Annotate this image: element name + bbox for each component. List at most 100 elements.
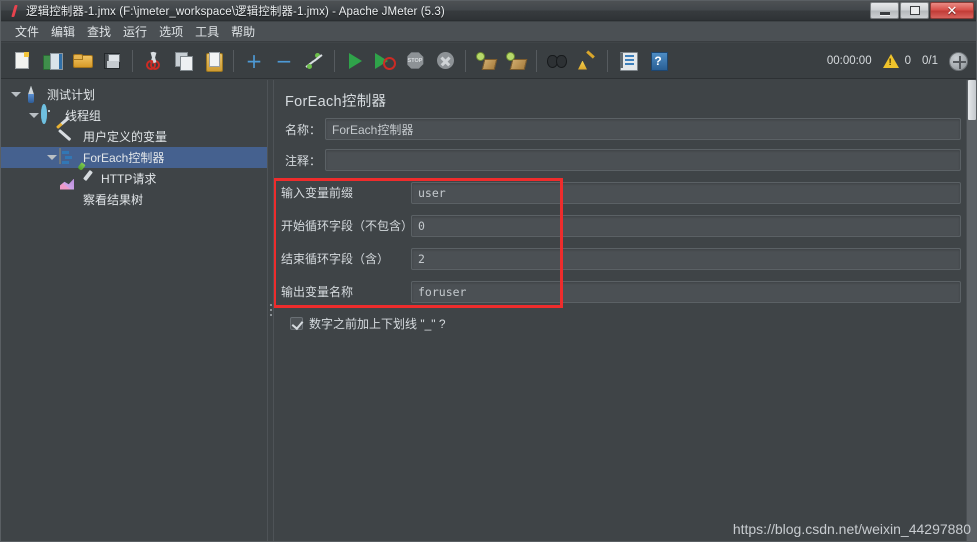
cut-button[interactable] xyxy=(139,47,167,75)
menu-tools[interactable]: 工具 xyxy=(189,21,225,42)
use-underscore-checkbox-row[interactable]: 数字之前加上下划线 "_" ? xyxy=(290,315,446,332)
menu-search[interactable]: 查找 xyxy=(81,21,117,42)
active-threads-count: 0/1 xyxy=(922,55,938,67)
tree-node-view-results-tree[interactable]: 察看结果树 xyxy=(1,189,267,210)
collapse-all-icon: − xyxy=(275,48,293,73)
start-button[interactable] xyxy=(341,47,369,75)
vertical-scrollbar-thumb[interactable] xyxy=(968,80,976,120)
input-variable-prefix-row: 输入变量前缀 user xyxy=(281,181,966,204)
output-variable-name-label: 输出变量名称 xyxy=(281,285,354,299)
expand-all-button[interactable]: + xyxy=(240,47,268,75)
output-variable-name-row: 输出变量名称 foruser xyxy=(281,280,966,303)
function-helper-button[interactable] xyxy=(614,47,642,75)
chevron-down-icon[interactable] xyxy=(27,105,41,126)
new-icon xyxy=(15,52,29,69)
toolbar-separator-3 xyxy=(334,49,335,72)
test-plan-tree-pane[interactable]: 测试计划 线程组 用户定义的变量 ForEach控制器 HTTP请求 察看结果树 xyxy=(1,80,267,541)
paste-button[interactable] xyxy=(199,47,227,75)
thread-activity-icon xyxy=(949,51,968,71)
name-row: 名称： ForEach控制器 xyxy=(285,118,965,140)
use-underscore-checkbox[interactable] xyxy=(290,317,303,330)
view-results-tree-icon xyxy=(59,191,79,209)
tree-node-http-request[interactable]: HTTP请求 xyxy=(1,168,267,189)
comment-input[interactable] xyxy=(325,149,961,171)
input-variable-prefix-field[interactable]: user xyxy=(411,181,961,204)
name-input[interactable]: ForEach控制器 xyxy=(325,118,961,140)
minimize-button[interactable] xyxy=(870,2,899,19)
foreach-controller-panel: ForEach控制器 名称： ForEach控制器 注释： 输入变量前缀 use… xyxy=(274,80,976,541)
clear-all-button[interactable] xyxy=(502,47,530,75)
window-controls: ✕ xyxy=(870,2,974,19)
expand-all-icon: + xyxy=(245,48,263,73)
tree-node-thread-group[interactable]: 线程组 xyxy=(1,103,267,126)
help-button[interactable] xyxy=(644,47,672,75)
toolbar-separator-6 xyxy=(607,49,608,72)
tree-node-label: 用户定义的变量 xyxy=(83,129,168,144)
page-title: ForEach控制器 xyxy=(285,94,387,110)
splitter-grip[interactable] xyxy=(270,304,273,319)
use-underscore-label: 数字之前加上下划线 "_" ? xyxy=(309,317,446,331)
templates-button[interactable] xyxy=(38,47,66,75)
input-variable-prefix-label: 输入变量前缀 xyxy=(281,186,354,200)
user-defined-variables-icon xyxy=(59,128,79,146)
maximize-button[interactable] xyxy=(900,2,929,19)
new-button[interactable] xyxy=(8,47,36,75)
tree-node-test-plan[interactable]: 测试计划 xyxy=(1,84,267,105)
tree-node-user-defined-variables[interactable]: 用户定义的变量 xyxy=(1,126,267,147)
jmeter-feather-icon xyxy=(6,3,24,19)
menu-edit[interactable]: 编辑 xyxy=(45,21,81,42)
start-no-timers-button[interactable] xyxy=(371,47,399,75)
save-button[interactable] xyxy=(98,47,126,75)
watermark-url: https://blog.csdn.net/weixin_44297880 xyxy=(732,521,971,537)
toolbar-separator-4 xyxy=(465,49,466,72)
toolbar-separator-5 xyxy=(536,49,537,72)
help-icon xyxy=(650,52,668,71)
tree-node-label: HTTP请求 xyxy=(101,171,157,186)
output-variable-name-field[interactable]: foruser xyxy=(411,280,961,303)
window-titlebar: 逻辑控制器-1.jmx (F:\jmeter_workspace\逻辑控制器-1… xyxy=(1,1,976,21)
clear-button[interactable] xyxy=(472,47,500,75)
foreach-controller-icon xyxy=(59,147,79,167)
shutdown-button[interactable] xyxy=(431,47,459,75)
stop-button[interactable]: STOP xyxy=(401,47,429,75)
search-button[interactable] xyxy=(543,47,571,75)
menu-help[interactable]: 帮助 xyxy=(225,21,261,42)
comment-label: 注释： xyxy=(285,153,322,168)
toggle-button[interactable] xyxy=(300,47,328,75)
search-icon xyxy=(547,54,567,68)
save-icon xyxy=(104,52,120,69)
chevron-down-icon[interactable] xyxy=(9,84,23,105)
tree-node-foreach-controller[interactable]: ForEach控制器 xyxy=(1,147,267,168)
thread-group-icon xyxy=(41,103,61,125)
main-split-pane: 测试计划 线程组 用户定义的变量 ForEach控制器 HTTP请求 察看结果树… xyxy=(1,80,976,541)
warning-triangle-icon xyxy=(882,54,899,68)
tree-node-label: ForEach控制器 xyxy=(83,150,165,165)
maximize-icon xyxy=(909,6,920,15)
elapsed-timer: 00:00:00 xyxy=(826,55,872,67)
vertical-scrollbar[interactable] xyxy=(966,80,976,541)
toolbar-separator-2 xyxy=(233,49,234,72)
start-index-field[interactable]: 0 xyxy=(411,214,961,237)
name-label: 名称： xyxy=(285,122,322,137)
tree-node-label: 线程组 xyxy=(65,108,102,123)
copy-button[interactable] xyxy=(169,47,197,75)
test-plan-icon xyxy=(23,86,43,104)
test-plan-tree: 测试计划 线程组 用户定义的变量 ForEach控制器 HTTP请求 察看结果树 xyxy=(1,80,267,210)
reset-search-button[interactable] xyxy=(573,47,601,75)
close-button[interactable]: ✕ xyxy=(930,2,974,19)
paste-icon xyxy=(205,51,223,72)
menu-run[interactable]: 运行 xyxy=(117,21,153,42)
minimize-icon xyxy=(879,11,890,15)
clear-all-icon xyxy=(506,51,528,70)
templates-icon xyxy=(43,52,63,70)
end-index-field[interactable]: 2 xyxy=(411,247,961,270)
menu-options[interactable]: 选项 xyxy=(153,21,189,42)
collapse-all-button[interactable]: − xyxy=(270,47,298,75)
toolbar-separator-1 xyxy=(132,49,133,72)
menu-file[interactable]: 文件 xyxy=(9,21,45,42)
tree-node-label: 察看结果树 xyxy=(83,192,144,207)
split-pane-divider[interactable] xyxy=(267,80,274,541)
open-button[interactable] xyxy=(68,47,96,75)
warning-status[interactable]: 0 xyxy=(882,54,911,68)
chevron-down-icon[interactable] xyxy=(45,147,59,168)
